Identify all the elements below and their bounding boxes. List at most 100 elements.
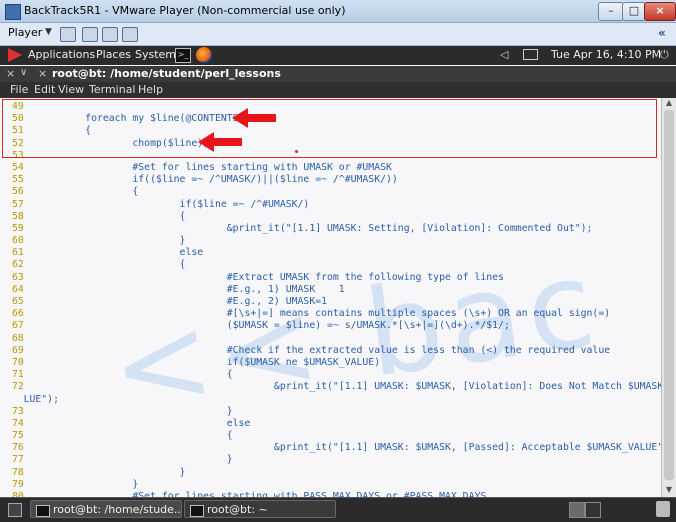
minimize-button[interactable]: – [598, 2, 624, 21]
menu-help[interactable]: Help [138, 83, 163, 96]
code-text: { [38, 186, 139, 198]
show-desktop-icon[interactable] [8, 503, 22, 517]
code-line: 76 &print_it("[1.1] UMASK: $UMASK, [Pass… [0, 442, 676, 454]
taskbar-item-label: root@bt: ~ [207, 503, 268, 516]
taskbar-item-label: root@bt: /home/stude... [53, 503, 182, 516]
terminal-titlebar: × ∨ × root@bt: /home/student/perl_lesson… [0, 66, 676, 82]
code-line: 59 &print_it("[1.1] UMASK: Setting, [Vio… [0, 223, 676, 235]
scroll-up-icon[interactable]: ▲ [662, 98, 676, 110]
code-text: #[\s+|=] means contains multiple spaces … [38, 308, 611, 320]
code-line: 67 ($UMASK = $line) =~ s/UMASK.*[\s+|=](… [0, 320, 676, 332]
code-text: { [38, 430, 233, 442]
fullscreen-icon[interactable] [102, 27, 118, 42]
code-text: #Extract UMASK from the following type o… [38, 271, 504, 283]
menu-terminal[interactable]: Terminal [89, 83, 136, 96]
backtrack-logo-icon[interactable] [8, 48, 22, 62]
terminal-menubar: File Edit View Terminal Help [0, 82, 676, 98]
code-line: 58 { [0, 211, 676, 223]
code-text: } [38, 405, 233, 417]
scroll-down-icon[interactable]: ▼ [662, 485, 676, 497]
collapse-toolbar-button[interactable]: « [658, 26, 666, 40]
workspace-1-button[interactable] [569, 502, 585, 518]
code-text: } [38, 466, 186, 478]
vmware-app-icon [5, 4, 21, 20]
code-line: 54 #Set for lines starting with UMASK or… [0, 162, 676, 174]
devices-icon[interactable] [82, 27, 98, 42]
annotation-highlight-box [2, 99, 657, 158]
volume-icon[interactable]: ◁ [500, 48, 508, 61]
vmware-toolbar: Player ▼ « [0, 23, 676, 46]
code-line: 60 } [0, 235, 676, 247]
code-text: #E.g., 2) UMASK=1 [38, 296, 328, 307]
trash-icon[interactable] [656, 501, 670, 517]
line-number: 66 [12, 308, 24, 320]
code-line: 66 #[\s+|=] means contains multiple spac… [0, 308, 676, 320]
code-line: 75 { [0, 430, 676, 442]
pause-icon[interactable] [60, 27, 76, 42]
terminal-icon [36, 505, 50, 517]
code-line: 68 [0, 333, 676, 345]
code-line: 63 #Extract UMASK from the following typ… [0, 272, 676, 284]
close-icon[interactable]: × [6, 67, 15, 80]
terminal-icon [190, 505, 204, 517]
code-line: 70 if($UMASK ne $UMASK_VALUE) [0, 357, 676, 369]
window-title: BackTrack5R1 - VMware Player (Non-commer… [24, 4, 346, 17]
line-number: 58 [12, 210, 24, 222]
code-line: 78 } [0, 467, 676, 479]
code-line: 55 if(($line =~ /^UMASK/)||($line =~ /^#… [0, 174, 676, 186]
annotation-arrow-icon [232, 108, 276, 128]
chevron-down-icon[interactable]: ∨ [20, 67, 27, 78]
code-text: else [38, 247, 204, 259]
taskbar-item[interactable]: root@bt: ~ [184, 500, 336, 518]
line-number: 61 [12, 247, 24, 259]
code-text: if($line =~ /^#UMASK/) [38, 198, 310, 210]
menu-view[interactable]: View [58, 83, 84, 96]
line-number: 75 [12, 430, 24, 442]
code-text: &print_it("[1.1] UMASK: Setting, [Violat… [38, 222, 593, 234]
menu-file[interactable]: File [10, 83, 28, 96]
line-number: 79 [12, 478, 24, 490]
terminal-launcher-icon[interactable]: >_ [175, 48, 191, 63]
line-number: 77 [12, 454, 24, 466]
scrollbar-thumb[interactable] [664, 110, 674, 480]
player-menu[interactable]: Player [8, 26, 42, 39]
line-number: 54 [12, 161, 24, 173]
code-line: 71 { [0, 369, 676, 381]
terminal-content[interactable]: << bac 49 50 foreach my $line(@CONTENTS) 5… [0, 98, 676, 497]
close-button[interactable]: × [644, 2, 676, 21]
line-number: 59 [12, 222, 24, 234]
code-text: { [38, 369, 233, 381]
applications-menu[interactable]: Applications [28, 48, 95, 61]
line-number: 76 [12, 442, 24, 454]
close-tab-icon[interactable]: × [38, 67, 47, 80]
line-number: 55 [12, 174, 24, 186]
panel-clock[interactable]: Tue Apr 16, 4:10 PM [551, 48, 661, 61]
system-menu[interactable]: System [135, 48, 176, 61]
code-text: if(($line =~ /^UMASK/)||($line =~ /^#UMA… [38, 174, 398, 186]
line-number: 63 [12, 271, 24, 283]
power-icon[interactable]: ⏻ [660, 48, 669, 62]
code-text: { [38, 210, 186, 222]
line-number: 67 [12, 320, 24, 332]
menu-edit[interactable]: Edit [34, 83, 55, 96]
maximize-button[interactable]: □ [622, 2, 646, 21]
mail-icon[interactable] [523, 49, 538, 60]
bottom-taskbar: root@bt: /home/stude... root@bt: ~ [0, 497, 676, 522]
line-number: 57 [12, 198, 24, 210]
line-number: 64 [12, 283, 24, 295]
unity-icon[interactable] [122, 27, 138, 42]
code-line: 62 { [0, 259, 676, 271]
terminal-scrollbar[interactable]: ▲ ▼ [661, 98, 676, 497]
code-text: ($UMASK = $line) =~ s/UMASK.*[\s+|=](\d+… [38, 320, 510, 332]
taskbar-item[interactable]: root@bt: /home/stude... [30, 500, 182, 518]
code-line: 72 &print_it("[1.1] UMASK: $UMASK, [Viol… [0, 381, 676, 393]
code-text: #Check if the extracted value is less th… [38, 344, 611, 356]
workspace-2-button[interactable] [585, 502, 601, 518]
code-line: 79 } [0, 479, 676, 491]
places-menu[interactable]: Places [96, 48, 131, 61]
chevron-down-icon[interactable]: ▼ [45, 27, 52, 37]
code-text: #Set for lines starting with UMASK or #U… [38, 161, 392, 173]
code-line: 61 else [0, 247, 676, 259]
code-text: if($UMASK ne $UMASK_VALUE) [38, 356, 381, 368]
firefox-icon[interactable] [196, 47, 212, 63]
